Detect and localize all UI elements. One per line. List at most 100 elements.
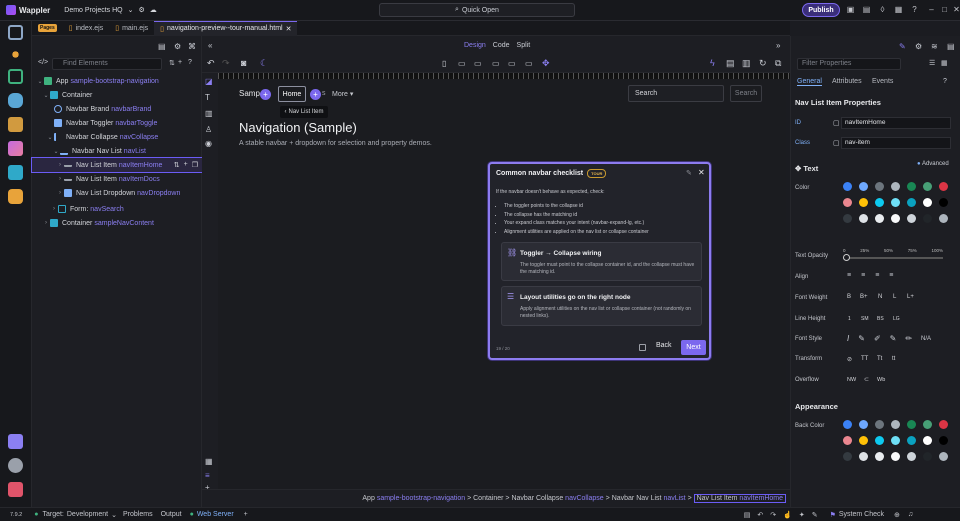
weight-option[interactable]: L+ [907, 294, 914, 300]
tablet-icon[interactable]: ▭ [458, 59, 466, 68]
help-icon[interactable]: ? [943, 78, 947, 85]
nav-docs-link[interactable]: s [322, 90, 326, 97]
lineheight-option[interactable]: BS [877, 316, 884, 322]
add-icon[interactable]: + [244, 511, 248, 518]
add-component-icon[interactable]: ▤ [158, 42, 166, 51]
pro-icon[interactable] [8, 482, 23, 497]
close-icon[interactable]: ✕ [286, 25, 292, 33]
color-swatch[interactable] [939, 452, 948, 461]
color-swatch[interactable] [843, 182, 852, 191]
open-browser-icon[interactable]: ⧉ [775, 58, 781, 69]
color-swatch[interactable] [891, 198, 900, 207]
weight-option[interactable]: N [878, 294, 882, 300]
edit-icon[interactable]: ✎ [686, 169, 692, 177]
color-swatch[interactable] [939, 198, 948, 207]
pen-icon[interactable]: ✎ [812, 511, 818, 519]
collapse-right-icon[interactable]: » [776, 41, 780, 50]
minimize-icon[interactable]: – [926, 4, 937, 15]
tab-index[interactable]: ▯ index.ejs [63, 21, 110, 36]
collapse-left-icon[interactable]: « [208, 41, 212, 50]
color-swatch[interactable] [875, 198, 884, 207]
tablet-landscape-icon[interactable]: ▭ [474, 59, 482, 68]
select-tool-icon[interactable]: ◪ [205, 77, 213, 86]
extensions-icon[interactable] [8, 434, 23, 449]
tree-item-nav-docs[interactable]: › Nav List Item navItemDocs [32, 172, 202, 186]
database-icon[interactable] [8, 93, 23, 108]
tree-item-sample-content[interactable]: › Container sampleNavContent [32, 216, 202, 230]
tree-item-nav-dropdown[interactable]: › Nav List Dropdown navDropdown [32, 186, 202, 200]
filter-properties-input[interactable]: Filter Properties [797, 58, 901, 70]
transform-none-icon[interactable]: ⊘ [847, 356, 852, 363]
menu-icon[interactable]: ≡ [205, 471, 210, 480]
quick-open-search[interactable]: ⌕ Quick Open [379, 3, 575, 17]
routing-icon[interactable] [8, 117, 23, 132]
color-swatch[interactable] [875, 420, 884, 429]
nav-more-dropdown[interactable]: More ▾ [332, 90, 353, 98]
color-swatch[interactable] [875, 214, 884, 223]
file-icon[interactable]: ▤ [861, 4, 872, 15]
strike-icon[interactable]: ✐ [874, 334, 881, 343]
color-swatch[interactable] [843, 420, 852, 429]
text-color-swatches[interactable] [843, 182, 953, 242]
color-swatch[interactable] [843, 436, 852, 445]
camera-icon[interactable]: ◙ [241, 58, 246, 68]
magic-icon[interactable]: ✦ [799, 511, 805, 519]
output-button[interactable]: Output [161, 511, 182, 518]
maximize-icon[interactable]: □ [939, 4, 950, 15]
copy-icon[interactable]: ❐ [192, 161, 198, 169]
split-mode-tab[interactable]: Split [517, 42, 531, 49]
globe-icon[interactable]: ⊕ [894, 511, 900, 519]
marker-icon[interactable]: ✏ [905, 334, 912, 343]
fit-icon[interactable]: ✥ [542, 58, 550, 69]
tree-icon[interactable]: ⌘ [188, 42, 196, 51]
color-swatch[interactable] [923, 214, 932, 223]
color-swatch[interactable] [907, 214, 916, 223]
paint-tool-icon[interactable]: ♙ [205, 125, 212, 134]
navbar-brand[interactable]: Samp [239, 89, 260, 98]
color-swatch[interactable] [859, 436, 868, 445]
wide-desktop-icon[interactable]: ▭ [525, 59, 533, 68]
class-input[interactable]: nav-item [841, 137, 951, 149]
id-input[interactable]: navItemHome [841, 117, 951, 129]
overflow-option[interactable]: Wb [877, 377, 885, 383]
text-tool-icon[interactable]: T [205, 93, 210, 102]
robot-icon[interactable] [8, 189, 23, 204]
sort-icon[interactable]: ⇅ [174, 161, 180, 169]
dark-mode-icon[interactable]: ☾ [260, 58, 268, 69]
color-swatch[interactable] [923, 420, 932, 429]
tab-attributes[interactable]: Attributes [832, 78, 862, 85]
tree-item-navbar-toggler[interactable]: Navbar Toggler navbarToggle [32, 116, 202, 130]
color-swatch[interactable] [859, 214, 868, 223]
properties-icon[interactable]: ✎ [899, 42, 906, 51]
align-right-icon[interactable]: ≡ [875, 272, 879, 279]
tab-main[interactable]: ▯ main.ejs [109, 21, 154, 36]
cloud-sync-icon[interactable]: ☁ [150, 6, 157, 14]
gear-icon[interactable]: ⚙ [139, 6, 145, 14]
color-swatch[interactable] [843, 214, 852, 223]
color-swatch[interactable] [891, 182, 900, 191]
dynamic-icon[interactable]: ▢ [833, 119, 840, 127]
color-swatch[interactable] [939, 182, 948, 191]
breadcrumb-item[interactable]: Container [473, 495, 503, 502]
transform-option[interactable]: TT [861, 356, 868, 362]
refresh-icon[interactable]: ↻ [759, 58, 767, 69]
opacity-slider[interactable] [843, 254, 943, 261]
publish-button[interactable]: Publish [802, 3, 840, 17]
tree-item-navbar-brand[interactable]: Navbar Brand navbarBrand [32, 102, 202, 116]
add-icon[interactable]: + [184, 161, 188, 169]
weight-option[interactable]: B+ [860, 294, 868, 300]
help-icon[interactable]: ? [188, 59, 192, 66]
problems-button[interactable]: Problems [123, 511, 153, 518]
color-swatch[interactable] [907, 198, 916, 207]
find-elements-input[interactable]: Find Elements [52, 58, 162, 70]
water-drop-icon[interactable]: ◊ [877, 4, 888, 15]
tree-item-nav-home[interactable]: › Nav List Item navItemHome ⇅ + ❐ [31, 157, 203, 173]
align-left-icon[interactable]: ≡ [847, 272, 851, 279]
back-button[interactable]: Back [656, 342, 672, 349]
slider-thumb[interactable] [843, 254, 850, 261]
color-swatch[interactable] [923, 198, 932, 207]
nav-home-link[interactable]: Home [278, 86, 306, 102]
color-swatch[interactable] [843, 198, 852, 207]
add-after-icon[interactable]: + [310, 89, 321, 100]
gear-icon[interactable]: ⚙ [915, 42, 922, 51]
